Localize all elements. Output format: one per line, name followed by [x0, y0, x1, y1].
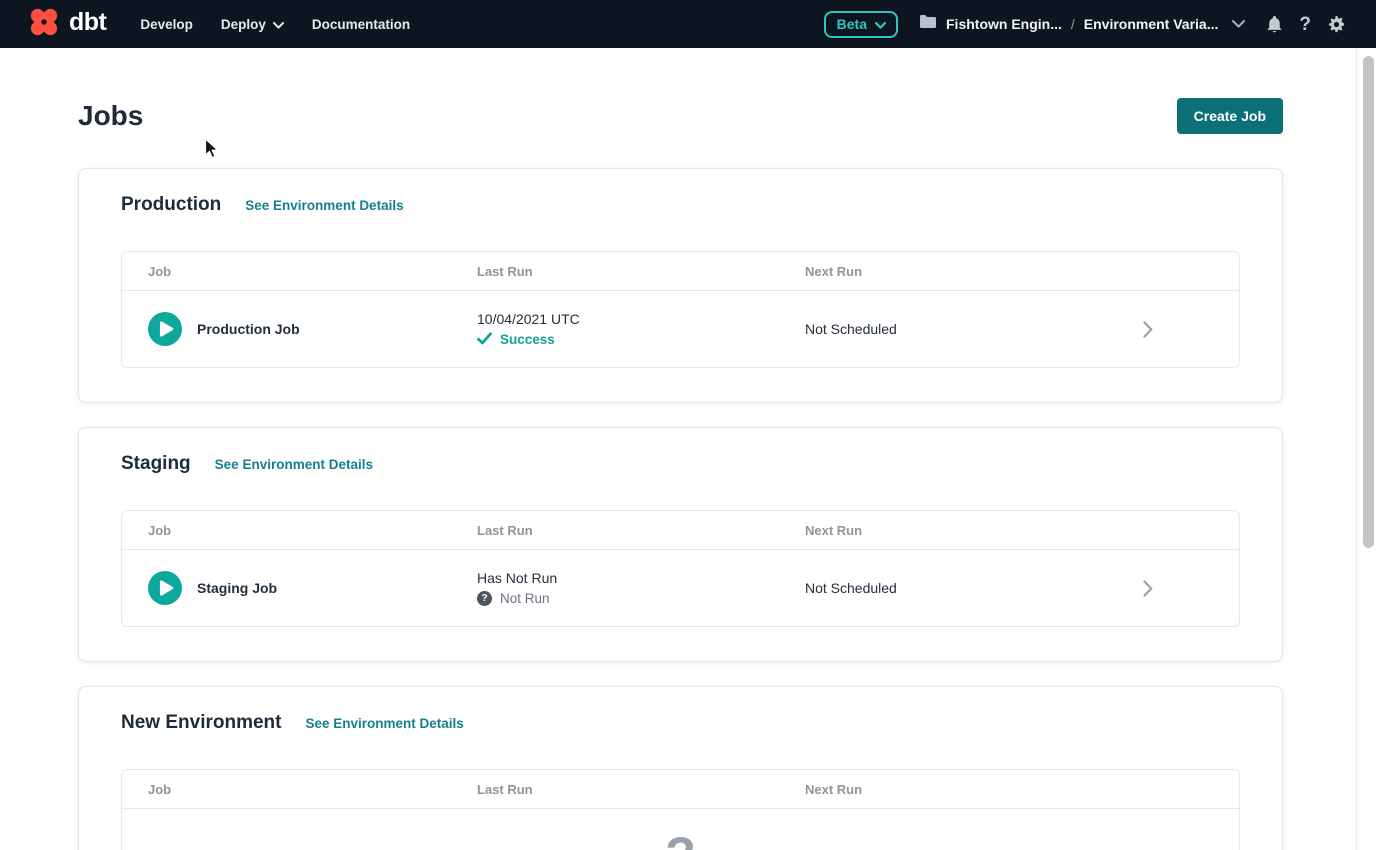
- no-jobs-empty-state: ?: [122, 809, 1239, 850]
- environment-card-header: Production See Environment Details: [121, 194, 1240, 216]
- navbar-icon-group: ?: [1266, 15, 1346, 34]
- environment-card-header: New Environment See Environment Details: [121, 712, 1240, 734]
- jobs-table: Job Last Run Next Run Production Job 10/…: [121, 251, 1240, 368]
- vertical-scrollbar-thumb[interactable]: [1363, 56, 1374, 548]
- nav-link-deploy[interactable]: Deploy: [221, 17, 284, 32]
- environment-card-production: Production See Environment Details Job L…: [78, 168, 1283, 403]
- jobs-table-header: Job Last Run Next Run: [122, 511, 1239, 550]
- column-header-next-run: Next Run: [805, 264, 1143, 279]
- job-name[interactable]: Staging Job: [197, 580, 277, 596]
- column-header-last-run: Last Run: [477, 523, 805, 538]
- page-title: Jobs: [78, 98, 143, 134]
- run-job-play-button[interactable]: [148, 312, 182, 346]
- last-run-status: ? Not Run: [477, 589, 805, 609]
- job-name[interactable]: Production Job: [197, 321, 300, 337]
- column-header-job: Job: [122, 782, 477, 797]
- environment-name: Production: [121, 194, 221, 216]
- success-check-icon: [477, 330, 492, 350]
- job-row-production-job[interactable]: Production Job 10/04/2021 UTC Success No…: [122, 291, 1239, 367]
- job-cell: Production Job: [122, 312, 477, 346]
- environment-card-staging: Staging See Environment Details Job Last…: [78, 427, 1283, 662]
- folder-icon: [919, 14, 937, 34]
- beta-dropdown[interactable]: Beta: [824, 11, 898, 38]
- navbar-right: Beta Fishtown Engin... / Environment Var…: [824, 11, 1346, 38]
- nav-link-develop[interactable]: Develop: [140, 17, 193, 32]
- dbt-logo-icon: [26, 4, 62, 45]
- jobs-table: Job Last Run Next Run ?: [121, 769, 1240, 850]
- vertical-scrollbar-track[interactable]: [1356, 48, 1376, 850]
- column-header-last-run: Last Run: [477, 264, 805, 279]
- create-job-button[interactable]: Create Job: [1177, 98, 1283, 134]
- jobs-page: Jobs Create Job Production See Environme…: [78, 48, 1283, 850]
- beta-label: Beta: [837, 16, 867, 32]
- environment-name: Staging: [121, 453, 191, 475]
- column-header-job: Job: [122, 523, 477, 538]
- dbt-logo-text: dbt: [69, 10, 106, 38]
- empty-state-question-icon: ?: [665, 830, 696, 850]
- dbt-logo[interactable]: dbt: [26, 4, 106, 45]
- page-title-row: Jobs Create Job: [78, 98, 1283, 134]
- nav-link-documentation-label: Documentation: [312, 17, 410, 32]
- last-run-cell: Has Not Run ? Not Run: [477, 568, 805, 609]
- run-job-play-button[interactable]: [148, 571, 182, 605]
- nav-link-deploy-label: Deploy: [221, 17, 266, 32]
- chevron-right-icon[interactable]: [1143, 580, 1239, 597]
- next-run-cell: Not Scheduled: [805, 580, 1143, 596]
- job-cell: Staging Job: [122, 571, 477, 605]
- chevron-down-icon: [273, 17, 284, 32]
- environment-name: New Environment: [121, 712, 281, 734]
- settings-gear-icon[interactable]: [1327, 15, 1346, 34]
- status-label[interactable]: Success: [500, 330, 555, 350]
- jobs-table: Job Last Run Next Run Staging Job Has No…: [121, 510, 1240, 627]
- next-run-cell: Not Scheduled: [805, 321, 1143, 337]
- help-icon[interactable]: ?: [1299, 15, 1311, 34]
- environment-card-new-environment: New Environment See Environment Details …: [78, 686, 1283, 850]
- chevron-right-icon[interactable]: [1143, 321, 1239, 338]
- not-run-question-icon: ?: [477, 591, 492, 606]
- breadcrumb[interactable]: Fishtown Engin... / Environment Varia...: [919, 14, 1245, 34]
- chevron-down-icon: [875, 16, 886, 32]
- last-run-date: Has Not Run: [477, 568, 805, 588]
- chevron-down-icon[interactable]: [1232, 20, 1245, 28]
- last-run-status: Success: [477, 330, 805, 350]
- jobs-table-header: Job Last Run Next Run: [122, 770, 1239, 809]
- last-run-cell: 10/04/2021 UTC Success: [477, 309, 805, 350]
- nav-link-documentation[interactable]: Documentation: [312, 17, 410, 32]
- breadcrumb-separator: /: [1071, 16, 1075, 32]
- see-environment-details-link[interactable]: See Environment Details: [305, 716, 463, 731]
- see-environment-details-link[interactable]: See Environment Details: [215, 457, 373, 472]
- notifications-bell-icon[interactable]: [1266, 15, 1283, 34]
- jobs-table-header: Job Last Run Next Run: [122, 252, 1239, 291]
- column-header-next-run: Next Run: [805, 782, 1143, 797]
- breadcrumb-project[interactable]: Fishtown Engin...: [946, 16, 1062, 32]
- last-run-date: 10/04/2021 UTC: [477, 309, 805, 329]
- top-navbar: dbt Develop Deploy Documentation Beta Fi…: [0, 0, 1376, 48]
- column-header-job: Job: [122, 264, 477, 279]
- nav-link-develop-label: Develop: [140, 17, 193, 32]
- column-header-last-run: Last Run: [477, 782, 805, 797]
- environment-card-header: Staging See Environment Details: [121, 453, 1240, 475]
- column-header-next-run: Next Run: [805, 523, 1143, 538]
- see-environment-details-link[interactable]: See Environment Details: [245, 198, 403, 213]
- breadcrumb-page[interactable]: Environment Varia...: [1084, 16, 1219, 32]
- nav-links: Develop Deploy Documentation: [140, 17, 410, 32]
- job-row-staging-job[interactable]: Staging Job Has Not Run ? Not Run Not Sc…: [122, 550, 1239, 626]
- status-label: Not Run: [500, 589, 550, 609]
